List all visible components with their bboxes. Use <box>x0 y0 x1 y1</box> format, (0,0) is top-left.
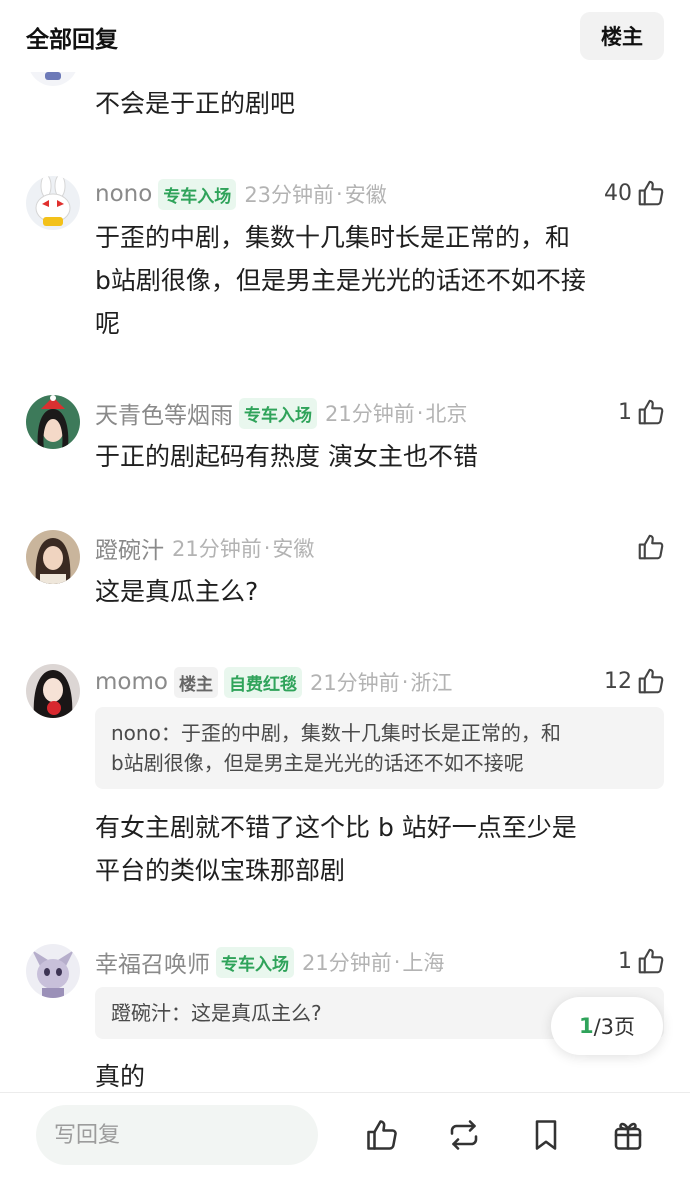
thumbs-up-icon <box>638 948 664 974</box>
op-badge: 楼主 <box>173 666 218 698</box>
like-button[interactable]: 1 <box>618 944 666 978</box>
pagination-button[interactable]: 1 /3页 <box>551 997 663 1055</box>
like-button[interactable] <box>632 530 666 564</box>
like-button[interactable]: 12 <box>604 664 666 698</box>
repost-button[interactable] <box>444 1115 484 1155</box>
username[interactable]: 蹬碗汁 <box>95 531 164 565</box>
like-button[interactable]: 1 <box>618 395 666 429</box>
like-post-button[interactable] <box>362 1115 402 1155</box>
thumbs-up-icon <box>638 180 664 206</box>
separator-dot: · <box>416 401 424 425</box>
reply-input[interactable] <box>36 1105 318 1165</box>
comment-text: 真的 <box>95 1055 670 1092</box>
text-line: 这是真瓜主么? <box>95 577 259 606</box>
comment-text: 于歪的中剧，集数十几集时长是正常的，和 b站剧很像，但是男主是光光的话还不如不接… <box>95 216 670 345</box>
like-count: 1 <box>618 399 632 425</box>
username[interactable]: 幸福召唤师 <box>95 945 210 979</box>
comment-text: 有女主剧就不错了这个比 b 站好一点至少是 平台的类似宝珠那部剧 <box>95 806 670 892</box>
comment-time: 21分钟前 <box>325 402 415 426</box>
text-line: 有女主剧就不错了这个比 b 站好一点至少是 <box>95 813 577 842</box>
text-line: 于歪的中剧，集数十几集时长是正常的，和 <box>95 223 571 252</box>
text-line: 真的 <box>95 1062 146 1091</box>
badge: 自费红毯 <box>223 666 302 698</box>
thumbs-up-icon <box>638 534 664 560</box>
op-filter-button[interactable]: 楼主 <box>580 12 664 60</box>
comment-location: 安徽 <box>344 183 387 207</box>
gift-icon <box>614 1122 642 1150</box>
comment-meta: momo 楼主 自费红毯 21分钟前 · 浙江 <box>95 666 452 698</box>
like-count: 1 <box>618 948 632 974</box>
comment-time: 21分钟前 <box>309 671 400 695</box>
thumbs-up-icon <box>367 1120 397 1150</box>
comment-meta: nono 专车入场 23分钟前 · 安徽 <box>95 178 387 210</box>
comment-list: 不会是于正的剧吧 nono 专车入场 23分钟前 · 安徽 40 于歪的中剧，集… <box>0 0 690 1092</box>
bottom-bar <box>0 1092 690 1182</box>
avatar[interactable] <box>26 944 80 998</box>
comment-time: 23分钟前 <box>244 183 335 207</box>
separator-dot: · <box>393 950 401 974</box>
avatar[interactable] <box>26 176 80 230</box>
comment-text: 于正的剧起码有热度 演女主也不错 <box>95 435 670 478</box>
comment-time: 21分钟前 <box>172 537 262 561</box>
comment-location: 浙江 <box>410 671 453 695</box>
like-button[interactable]: 40 <box>604 176 666 210</box>
comment-meta: 幸福召唤师 专车入场 21分钟前 · 上海 <box>95 946 444 978</box>
separator-dot: · <box>336 182 343 206</box>
gift-button[interactable] <box>608 1115 648 1155</box>
total-pages: /3页 <box>593 1015 636 1039</box>
comment-location: 北京 <box>425 402 468 426</box>
comment-location: 上海 <box>402 951 445 975</box>
like-count: 40 <box>604 180 632 206</box>
avatar[interactable] <box>26 530 80 584</box>
text-line: b站剧很像，但是男主是光光的话还不如不接 <box>95 266 586 295</box>
text-line: 于正的剧起码有热度 演女主也不错 <box>95 442 478 471</box>
bookmark-button[interactable] <box>526 1115 566 1155</box>
bookmark-icon <box>535 1120 557 1150</box>
current-page: 1 <box>578 1014 594 1038</box>
repost-icon <box>450 1120 478 1150</box>
text-line: 呢 <box>95 309 121 338</box>
badge: 专车入场 <box>158 178 237 210</box>
header: 全部回复 楼主 <box>0 0 690 72</box>
quote-line: nono：于歪的中剧，集数十几集时长是正常的，和 <box>111 721 561 745</box>
comment-text: 这是真瓜主么? <box>95 570 670 613</box>
text-line: 平台的类似宝珠那部剧 <box>95 856 346 885</box>
username[interactable]: nono <box>95 181 152 207</box>
username[interactable]: momo <box>95 669 168 695</box>
comment-text: 不会是于正的剧吧 <box>95 89 296 118</box>
quoted-reply[interactable]: nono：于歪的中剧，集数十几集时长是正常的，和 b站剧很像，但是男主是光光的话… <box>95 707 664 789</box>
like-count: 12 <box>604 668 632 694</box>
comment-location: 安徽 <box>272 537 315 561</box>
thumbs-up-icon <box>638 668 664 694</box>
avatar[interactable] <box>26 664 80 718</box>
thumbs-up-icon <box>638 399 664 425</box>
avatar[interactable] <box>26 395 80 449</box>
quote-line: b站剧很像，但是男主是光光的话还不如不接呢 <box>111 751 524 775</box>
comment-time: 21分钟前 <box>302 951 392 975</box>
username[interactable]: 天青色等烟雨 <box>95 396 233 430</box>
page-title: 全部回复 <box>26 27 118 53</box>
comment-meta: 天青色等烟雨 专车入场 21分钟前 · 北京 <box>95 397 467 429</box>
separator-dot: · <box>263 536 271 560</box>
badge: 专车入场 <box>239 397 317 429</box>
badge: 专车入场 <box>216 946 294 978</box>
separator-dot: · <box>401 670 409 694</box>
comment-meta: 蹬碗汁 21分钟前 · 安徽 <box>95 532 314 564</box>
